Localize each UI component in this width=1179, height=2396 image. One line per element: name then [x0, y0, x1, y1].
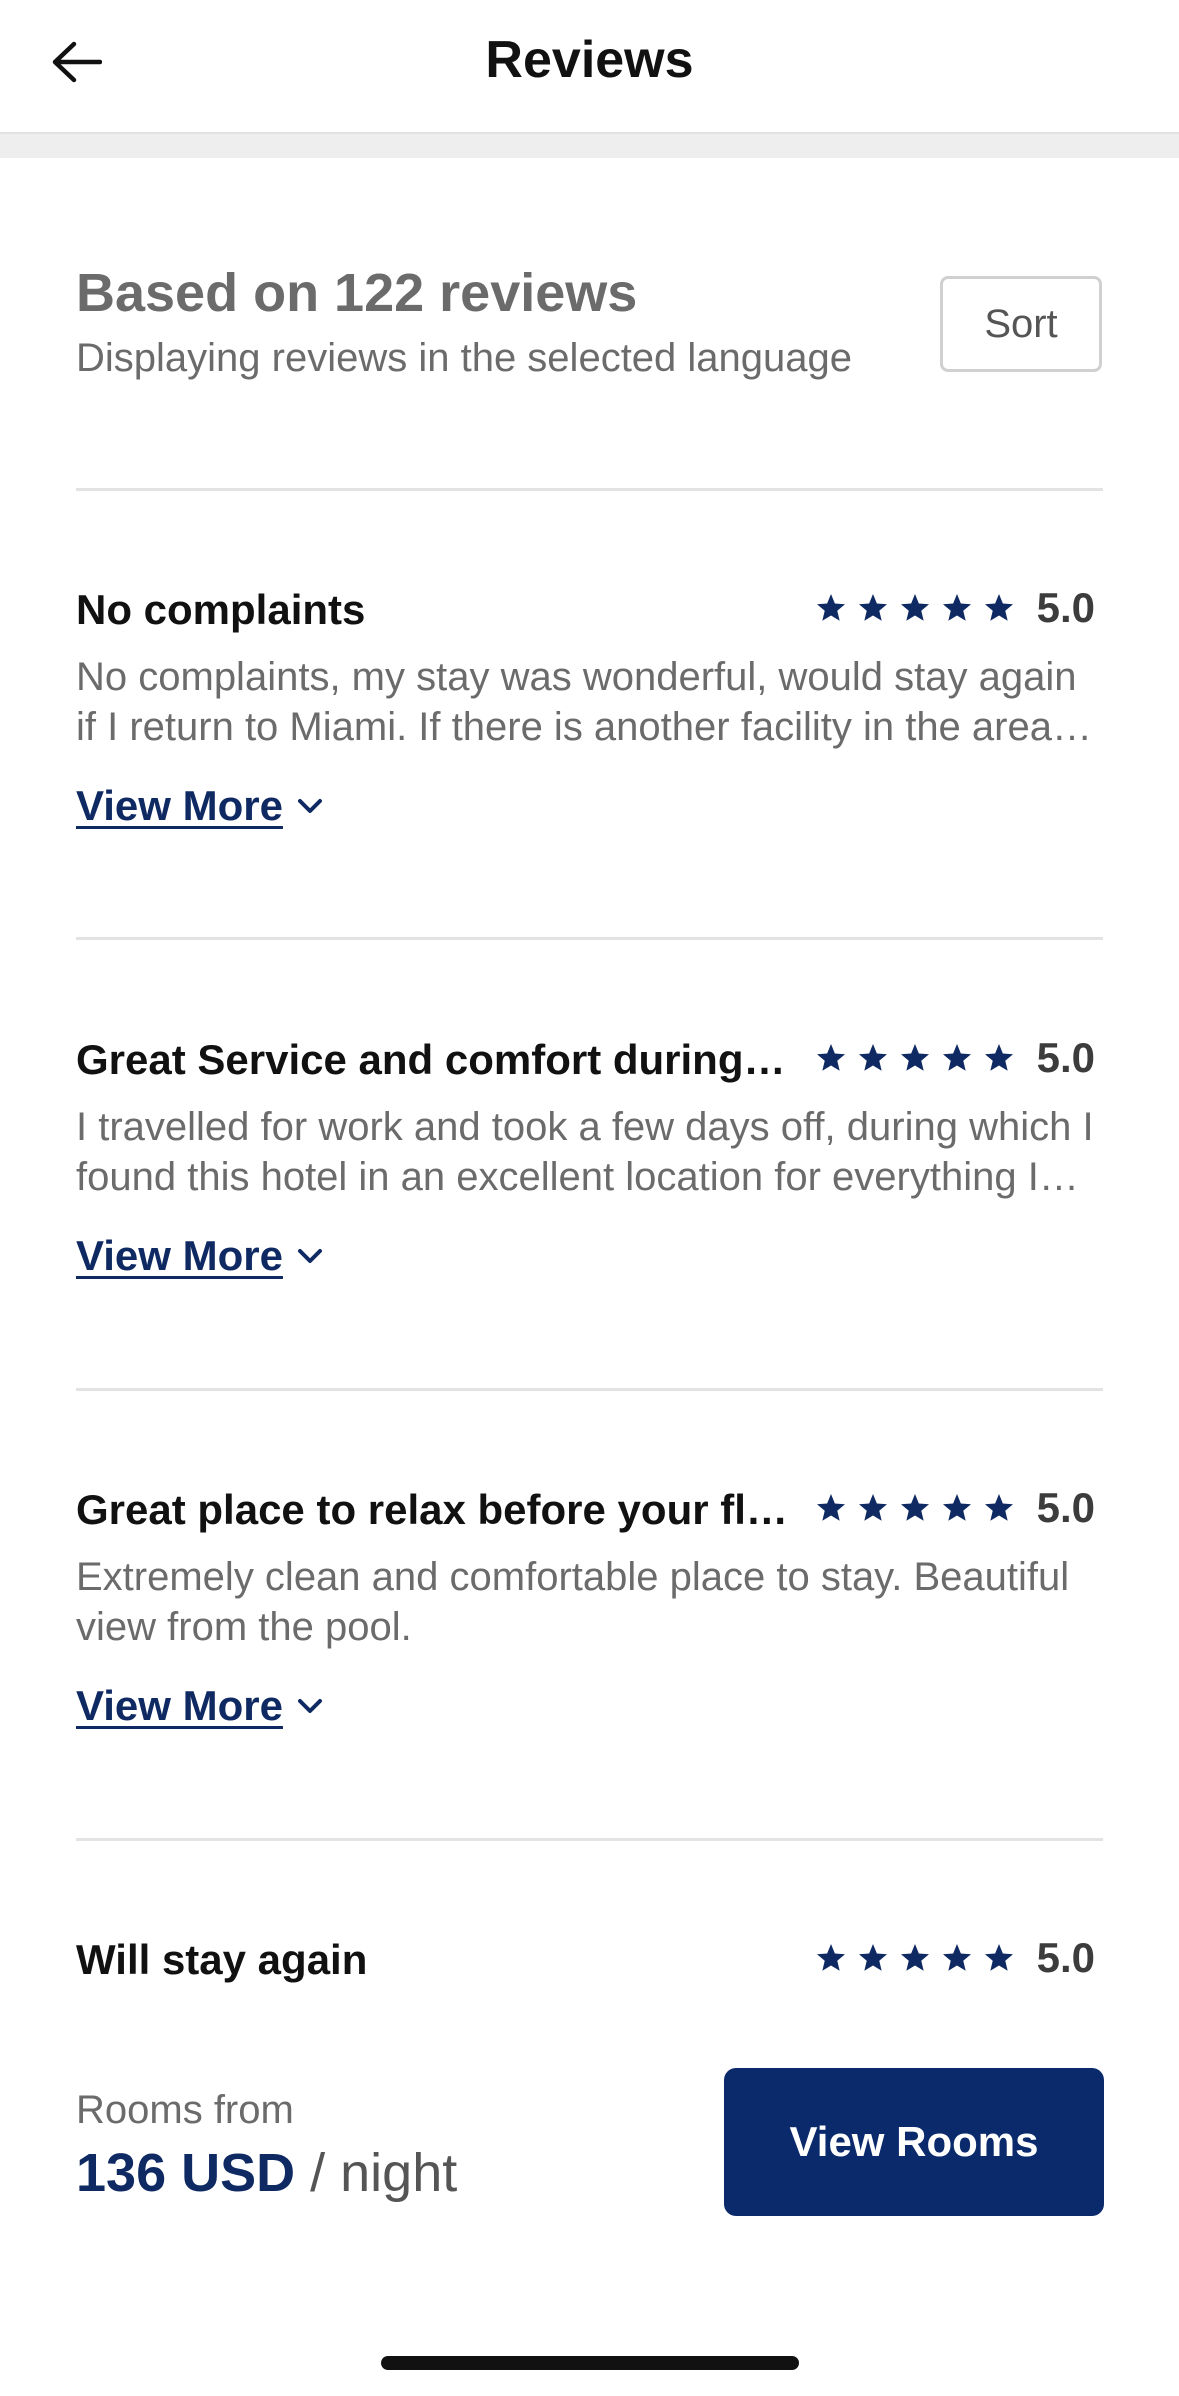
reviews-count-title: Based on 122 reviews: [76, 263, 638, 323]
review-text: No complaints, my stay was wonderful, wo…: [76, 655, 1077, 749]
view-more-button[interactable]: View More: [76, 1682, 323, 1730]
rooms-from-label: Rooms from: [76, 2088, 294, 2132]
star-icon: [816, 1494, 845, 1521]
star-icon: [900, 1044, 929, 1071]
view-more-label: View More: [76, 1682, 283, 1729]
divider: [76, 937, 1103, 940]
star-icon: [900, 1494, 929, 1521]
divider: [76, 1838, 1103, 1841]
star-icon: [858, 1494, 887, 1521]
view-more-button[interactable]: View More: [76, 782, 323, 830]
price-line: 136 USD / night: [76, 2142, 457, 2204]
divider: [76, 1388, 1103, 1391]
star-icon: [984, 1494, 1013, 1521]
star-icon: [858, 1044, 887, 1071]
review-title: Great place to relax before your flight: [76, 1486, 796, 1533]
view-more-label: View More: [76, 782, 283, 829]
review-card: No complaints 5.0 No complaints, my stay…: [76, 580, 1103, 830]
language-note: Displaying reviews in the selected langu…: [76, 336, 853, 380]
review-score: 5.0: [1036, 1484, 1095, 1531]
view-more-button[interactable]: View More: [76, 1232, 323, 1280]
star-icon: [816, 594, 845, 621]
review-title: No complaints: [76, 586, 366, 633]
review-title: Great Service and comfort during my stay: [76, 1036, 796, 1083]
app-header: Reviews: [0, 0, 1179, 134]
review-text: I travelled for work and took a few days…: [76, 1105, 1094, 1199]
review-rating: 5.0: [815, 584, 1095, 632]
divider: [76, 488, 1103, 491]
header-shadow-strip: [0, 134, 1179, 158]
star-icon: [984, 1944, 1013, 1971]
star-icon: [942, 1494, 971, 1521]
review-score: 5.0: [1036, 1934, 1095, 1981]
star-icon: [858, 594, 887, 621]
star-icon: [858, 1944, 887, 1971]
star-icon: [900, 594, 929, 621]
review-card: Great place to relax before your flight …: [76, 1480, 1103, 1730]
chevron-down-icon: [297, 799, 322, 813]
star-icon: [900, 1944, 929, 1971]
review-rating: 5.0: [815, 1484, 1095, 1532]
review-rating: 5.0: [815, 1034, 1095, 1082]
review-text: Extremely clean and comfortable place to…: [76, 1555, 1070, 1649]
per-night-label: / night: [310, 2143, 458, 2203]
chevron-down-icon: [297, 1699, 322, 1713]
review-score: 5.0: [1036, 584, 1095, 631]
star-icon: [984, 594, 1013, 621]
star-rating: [815, 1942, 1015, 1974]
review-score: 5.0: [1036, 1034, 1095, 1081]
star-rating: [815, 1042, 1015, 1074]
price-value: 136 USD: [76, 2143, 296, 2203]
chevron-down-icon: [297, 1249, 322, 1263]
star-icon: [816, 1944, 845, 1971]
sort-button[interactable]: Sort: [940, 276, 1102, 372]
review-rating: 5.0: [815, 1934, 1095, 1982]
review-card: Will stay again 5.0: [76, 1930, 1103, 1990]
review-card: Great Service and comfort during my stay…: [76, 1030, 1103, 1280]
star-icon: [984, 1044, 1013, 1071]
page-title: Reviews: [485, 31, 694, 89]
star-icon: [942, 1944, 971, 1971]
booking-bar: Rooms from 136 USD / night View Rooms: [0, 2030, 1179, 2396]
star-icon: [942, 1044, 971, 1071]
star-rating: [815, 592, 1015, 624]
view-more-label: View More: [76, 1232, 283, 1279]
star-icon: [816, 1044, 845, 1071]
home-indicator: [381, 2356, 799, 2370]
review-title: Will stay again: [76, 1936, 368, 1983]
star-icon: [942, 594, 971, 621]
view-rooms-button[interactable]: View Rooms: [724, 2068, 1104, 2216]
star-rating: [815, 1492, 1015, 1524]
